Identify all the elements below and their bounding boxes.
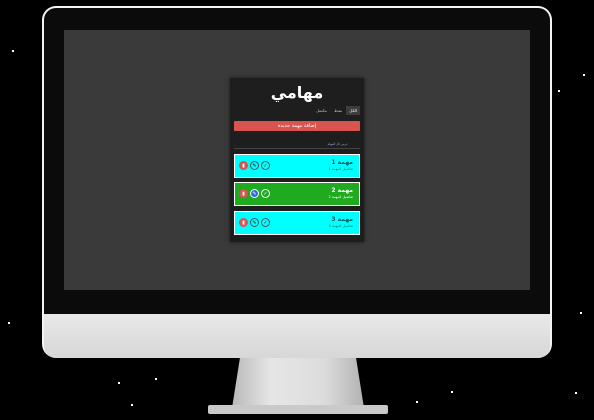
task-subtitle: تفاصيل المهمة 3 bbox=[328, 224, 353, 228]
monitor-stand-base bbox=[208, 405, 388, 414]
star bbox=[118, 382, 120, 384]
pencil-icon[interactable]: ✎ bbox=[250, 161, 259, 170]
monitor-stand bbox=[232, 358, 364, 408]
tab-all[interactable]: الكل bbox=[346, 106, 360, 115]
star bbox=[416, 401, 418, 403]
task-card[interactable]: مهمة 3 تفاصيل المهمة 3 ▮ ✎ ✓ bbox=[234, 211, 360, 235]
todo-app: مهامي الكل نشط مكتمل إضافة مهمة جديدة عر… bbox=[230, 78, 364, 242]
task-subtitle: تفاصيل المهمة 2 bbox=[328, 195, 353, 199]
task-card[interactable]: مهمة 2 تفاصيل المهمة 2 ▮ ✎ ✓ bbox=[234, 182, 360, 206]
star bbox=[580, 312, 582, 314]
star bbox=[155, 378, 157, 380]
check-icon[interactable]: ✓ bbox=[261, 161, 270, 170]
check-icon[interactable]: ✓ bbox=[261, 189, 270, 198]
task-title: مهمة 1 bbox=[331, 159, 353, 166]
star bbox=[12, 50, 14, 52]
star bbox=[583, 74, 585, 76]
add-task-button[interactable]: إضافة مهمة جديدة bbox=[234, 121, 360, 131]
task-subtitle: تفاصيل المهمة 1 bbox=[328, 167, 353, 171]
tab-active[interactable]: نشط bbox=[330, 106, 346, 115]
tab-completed[interactable]: مكتمل bbox=[313, 106, 330, 115]
filter-tabs: الكل نشط مكتمل bbox=[313, 106, 360, 115]
trash-icon[interactable]: ▮ bbox=[239, 189, 248, 198]
monitor-chin bbox=[44, 314, 550, 358]
pencil-icon[interactable]: ✎ bbox=[250, 218, 259, 227]
star bbox=[451, 391, 453, 393]
star bbox=[575, 392, 577, 394]
star bbox=[8, 322, 10, 324]
check-icon[interactable]: ✓ bbox=[261, 218, 270, 227]
pencil-icon[interactable]: ✎ bbox=[250, 189, 259, 198]
task-actions: ▮ ✎ ✓ bbox=[239, 218, 270, 227]
task-actions: ▮ ✎ ✓ bbox=[239, 189, 270, 198]
task-card[interactable]: مهمة 1 تفاصيل المهمة 1 ▮ ✎ ✓ bbox=[234, 154, 360, 178]
trash-icon[interactable]: ▮ bbox=[239, 161, 248, 170]
star bbox=[558, 90, 560, 92]
app-title: مهامي bbox=[270, 83, 324, 102]
star bbox=[131, 404, 133, 406]
filter-label: عرض كل المهام bbox=[327, 142, 348, 146]
task-actions: ▮ ✎ ✓ bbox=[239, 161, 270, 170]
task-title: مهمة 3 bbox=[331, 216, 353, 223]
divider bbox=[234, 148, 360, 149]
task-title: مهمة 2 bbox=[331, 187, 353, 194]
trash-icon[interactable]: ▮ bbox=[239, 218, 248, 227]
